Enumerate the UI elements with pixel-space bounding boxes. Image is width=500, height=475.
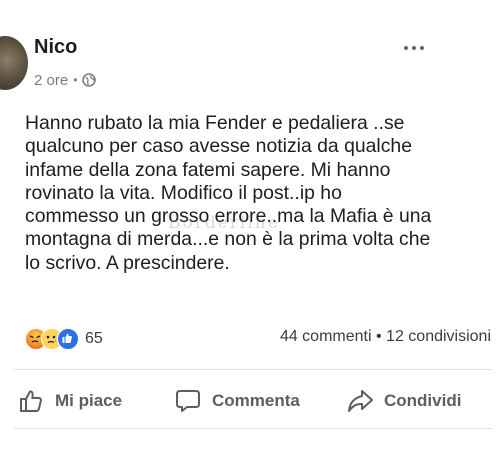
- avatar[interactable]: [0, 36, 28, 90]
- reactions-summary[interactable]: 65: [25, 328, 103, 350]
- divider-bottom: [14, 428, 492, 429]
- facebook-post: Nico 2 ore • Hanno rubato la mia Fender …: [0, 0, 500, 475]
- comment-label: Commenta: [212, 391, 300, 410]
- comment-button[interactable]: Commenta: [174, 384, 300, 418]
- engagement-bar: 65 44 commenti • 12 condivisioni: [25, 328, 495, 352]
- share-label: Condividi: [384, 391, 462, 410]
- more-options-icon[interactable]: [400, 38, 428, 58]
- like-button[interactable]: Mi piace: [17, 384, 122, 418]
- comments-shares: 44 commenti • 12 condivisioni: [280, 328, 491, 346]
- globe-icon[interactable]: [82, 73, 97, 87]
- share-icon: [348, 390, 373, 412]
- divider-top: [14, 369, 492, 370]
- action-bar: Mi piace Commenta Condividi: [0, 380, 500, 420]
- post-time[interactable]: 2 ore: [34, 72, 68, 89]
- author-name[interactable]: Nico: [34, 36, 77, 59]
- reaction-count[interactable]: 65: [85, 330, 103, 348]
- comments-count[interactable]: 44 commenti: [280, 328, 372, 345]
- shares-count[interactable]: 12 condivisioni: [386, 328, 491, 345]
- post-meta: 2 ore •: [34, 70, 97, 90]
- post-text: Hanno rubato la mia Fender e pedaliera .…: [25, 112, 432, 274]
- thumbs-up-icon: [20, 390, 42, 412]
- share-button[interactable]: Condividi: [346, 384, 461, 418]
- post-header: Nico 2 ore •: [0, 28, 500, 98]
- like-label: Mi piace: [55, 391, 123, 410]
- stats-separator: •: [375, 328, 382, 345]
- meta-separator: •: [73, 73, 78, 87]
- like-icon: [57, 328, 79, 350]
- comment-icon: [176, 390, 200, 412]
